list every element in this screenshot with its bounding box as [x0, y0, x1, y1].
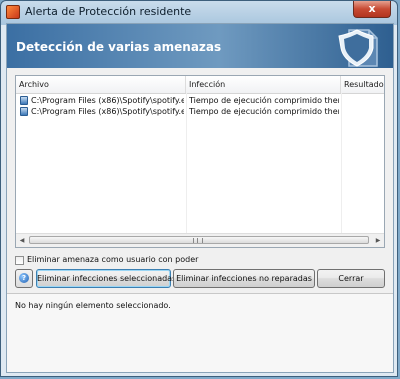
title-bar[interactable]: Alerta de Protección residente x	[1, 1, 397, 23]
column-header-resultado[interactable]: Resultado	[341, 76, 384, 93]
help-button[interactable]: ?	[15, 269, 33, 288]
header-banner: Detección de varias amenazas	[7, 24, 393, 68]
status-message: No hay ningún elemento seleccionado.	[15, 301, 171, 310]
cell-archivo: C:\Program Files (x86)\Spotify\spotify.e…	[31, 96, 184, 105]
remove-unrepaired-button[interactable]: Eliminar infecciones no reparadas	[173, 269, 315, 288]
dialog-client: Detección de varias amenazas Archivo Inf…	[6, 23, 394, 373]
banner-title: Detección de varias amenazas	[16, 40, 222, 54]
horizontal-scrollbar[interactable]: ◀ ▶	[16, 233, 384, 247]
cell-resultado	[344, 95, 382, 106]
grip-icon	[193, 238, 203, 243]
column-header-infeccion[interactable]: Infección	[186, 76, 341, 93]
remove-selected-button[interactable]: Eliminar infecciones seleccionadas	[36, 269, 176, 288]
cell-resultado	[344, 106, 382, 117]
shield-document-icon	[335, 26, 381, 68]
scroll-left-icon[interactable]: ◀	[17, 236, 27, 245]
status-area: No hay ningún elemento seleccionado.	[7, 294, 393, 372]
avg-app-icon	[6, 5, 20, 19]
close-button[interactable]: Cerrar	[317, 269, 385, 288]
threats-table[interactable]: Archivo Infección Resultado C:\Program F…	[15, 75, 385, 248]
cell-archivo: C:\Program Files (x86)\Spotify\spotify.e…	[31, 107, 184, 116]
file-icon	[20, 107, 28, 116]
window-close-button[interactable]: x	[353, 1, 391, 18]
scroll-right-icon[interactable]: ▶	[373, 236, 383, 245]
window-title: Alerta de Protección residente	[25, 5, 192, 18]
cell-infeccion: Tiempo de ejecución comprimido themida	[189, 96, 339, 105]
cell-infeccion: Tiempo de ejecución comprimido themida	[189, 107, 339, 116]
table-row[interactable]: C:\Program Files (x86)\Spotify\spotify.e…	[16, 95, 384, 106]
file-icon	[20, 96, 28, 105]
help-icon: ?	[19, 273, 29, 283]
column-header-archivo[interactable]: Archivo	[16, 76, 186, 93]
scroll-thumb[interactable]	[29, 236, 369, 244]
admin-checkbox[interactable]	[15, 256, 24, 265]
table-row[interactable]: C:\Program Files (x86)\Spotify\spotify.e…	[16, 106, 384, 117]
alert-window: Alerta de Protección residente x Detecci…	[0, 0, 398, 377]
admin-checkbox-label[interactable]: Eliminar amenaza como usuario con poder	[27, 255, 198, 264]
table-header: Archivo Infección Resultado	[16, 76, 384, 94]
